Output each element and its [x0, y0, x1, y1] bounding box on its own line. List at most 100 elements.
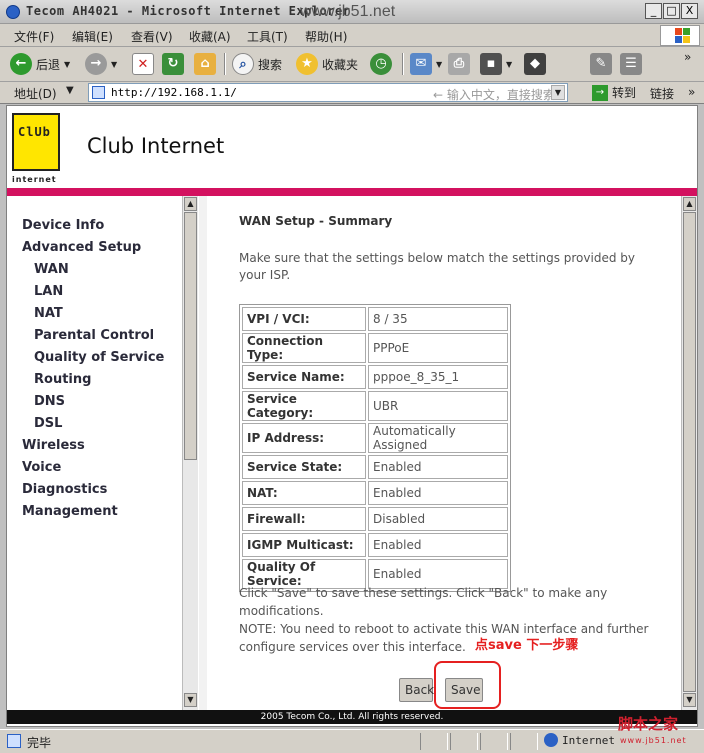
security-zone: Internet: [544, 733, 615, 747]
table-key: Connection Type:: [242, 333, 366, 363]
edit-button[interactable]: ▪ ▼: [480, 52, 512, 76]
maximize-button[interactable]: □: [663, 3, 680, 19]
table-key: VPI / VCI:: [242, 307, 366, 331]
sidebar-item-diagnostics[interactable]: Diagnostics: [22, 482, 107, 497]
table-value: pppoe_8_35_1: [368, 365, 508, 389]
address-input[interactable]: http://192.168.1.1/ ← 输入中文，直接搜索 ▼: [88, 83, 568, 102]
sidebar-scroll-thumb[interactable]: [184, 212, 197, 460]
sidebar-item-management[interactable]: Management: [22, 504, 118, 519]
sidebar-item-lan[interactable]: LAN: [34, 284, 63, 299]
stop-button[interactable]: ✕: [132, 52, 154, 76]
sidebar-item-advanced-setup[interactable]: Advanced Setup: [22, 240, 141, 255]
status-cell: [480, 733, 508, 750]
minimize-button[interactable]: _: [645, 3, 662, 19]
wan-summary-table: VPI / VCI: 8 / 35 Connection Type: PPPoE S…: [239, 304, 511, 592]
back-dropdown-icon[interactable]: ▼: [64, 60, 70, 69]
sidebar-item-routing[interactable]: Routing: [34, 372, 91, 387]
table-key: Firewall:: [242, 507, 366, 531]
forward-button[interactable]: → ▼: [85, 52, 117, 76]
club-internet-logo: ClUb internet: [12, 113, 62, 184]
go-button[interactable]: → 转到: [592, 84, 636, 101]
research-button[interactable]: ☰: [620, 52, 642, 76]
intro-text: Make sure that the settings below match …: [239, 251, 635, 282]
sidebar-item-wan[interactable]: WAN: [34, 262, 69, 277]
sidebar-scroll-down-icon[interactable]: ▼: [184, 693, 197, 707]
forward-dropdown-icon[interactable]: ▼: [111, 60, 117, 69]
table-row: Service Category: UBR: [242, 391, 508, 421]
menu-help[interactable]: 帮助(H): [305, 28, 347, 45]
main-content: WAN Setup - Summary Make sure that the s…: [199, 196, 681, 710]
watermark-text: www.jb51.net: [300, 3, 396, 20]
refresh-button[interactable]: ↻: [162, 52, 184, 76]
title-bar: Tecom AH4021 - Microsoft Internet Explor…: [0, 0, 704, 24]
menu-tools[interactable]: 工具(T): [247, 28, 288, 45]
print-button[interactable]: ⎙: [448, 52, 470, 76]
address-dropdown-icon[interactable]: ▼: [551, 85, 565, 100]
back-button[interactable]: Back: [399, 678, 434, 702]
table-key: IP Address:: [242, 423, 366, 453]
save-button[interactable]: Save: [445, 678, 483, 702]
page-status-icon: [7, 734, 21, 748]
address-search-hint-text: 输入中文，直接搜索: [446, 88, 555, 102]
sidebar-scroll-up-icon[interactable]: ▲: [184, 197, 197, 211]
sidebar-item-quality-of-service[interactable]: Quality of Service: [34, 350, 164, 365]
table-value: PPPoE: [368, 333, 508, 363]
windows-logo-icon: [660, 25, 700, 46]
history-icon: ◷: [370, 53, 392, 75]
sidebar-item-parental-control[interactable]: Parental Control: [34, 328, 154, 343]
menu-favorites[interactable]: 收藏(A): [189, 28, 231, 45]
sidebar-item-device-info[interactable]: Device Info: [22, 218, 104, 233]
home-icon: ⌂: [194, 53, 216, 75]
back-button[interactable]: ← 后退 ▼: [10, 52, 70, 76]
close-button[interactable]: X: [681, 3, 698, 19]
menu-edit[interactable]: 编辑(E): [72, 28, 113, 45]
sidebar-item-voice[interactable]: Voice: [22, 460, 61, 475]
messenger-button[interactable]: ✎: [590, 52, 612, 76]
main-scrollbar[interactable]: ▲ ▼: [681, 196, 697, 710]
back-label: 后退: [36, 57, 61, 72]
table-row: Service State: Enabled: [242, 455, 508, 479]
mail-dropdown-icon[interactable]: ▼: [436, 60, 442, 69]
table-key: IGMP Multicast:: [242, 533, 366, 557]
site-watermark: 脚本之家: [618, 715, 679, 733]
links-more-icon[interactable]: »: [688, 85, 695, 99]
main-scroll-thumb[interactable]: [683, 212, 696, 692]
sidebar-item-nat[interactable]: NAT: [34, 306, 63, 321]
address-search-hint: ← 输入中文，直接搜索: [433, 88, 555, 102]
logo-cube-icon: ClUb: [12, 113, 60, 171]
main-scroll-up-icon[interactable]: ▲: [683, 197, 696, 211]
favorites-button[interactable]: ★ 收藏夹: [296, 52, 358, 76]
sidebar-scrollbar[interactable]: ▲ ▼: [182, 196, 198, 710]
status-cell: [420, 733, 448, 750]
home-button[interactable]: ⌂: [194, 52, 216, 76]
table-key: NAT:: [242, 481, 366, 505]
edit-dropdown-icon[interactable]: ▼: [506, 60, 512, 69]
main-panel: WAN Setup - Summary Make sure that the s…: [199, 196, 697, 710]
mail-button[interactable]: ✉ ▼: [410, 52, 442, 76]
sidebar-item-dns[interactable]: DNS: [34, 394, 65, 409]
menu-view[interactable]: 查看(V): [131, 28, 173, 45]
menu-file[interactable]: 文件(F): [14, 28, 54, 45]
sidebar-item-dsl[interactable]: DSL: [34, 416, 62, 431]
toolbar-more-icon[interactable]: »: [684, 50, 691, 64]
page-footer: 2005 Tecom Co., Ltd. All rights reserved…: [7, 710, 697, 724]
address-toggle-icon[interactable]: ▼: [66, 85, 74, 96]
table-value: Enabled: [368, 455, 508, 479]
sidebar-nav: Device Info Advanced Setup WAN LAN NAT P…: [7, 196, 198, 710]
discuss-button[interactable]: ◆: [524, 52, 546, 76]
back-arrow-icon: ←: [10, 53, 32, 75]
refresh-icon: ↻: [162, 53, 184, 75]
sidebar-item-wireless[interactable]: Wireless: [22, 438, 85, 453]
header-accent-bar: [7, 188, 697, 196]
page-title: WAN Setup - Summary: [239, 214, 393, 228]
history-button[interactable]: ◷: [370, 52, 392, 76]
status-cell: [510, 733, 538, 750]
links-button[interactable]: 链接: [650, 85, 674, 102]
search-icon: ⌕: [232, 53, 254, 75]
site-watermark-url: www.jb51.net: [620, 736, 687, 745]
main-scroll-down-icon[interactable]: ▼: [683, 693, 696, 707]
search-button[interactable]: ⌕ 搜索: [232, 52, 282, 76]
discuss-icon: ◆: [524, 53, 546, 75]
table-key: Service Name:: [242, 365, 366, 389]
go-label: 转到: [612, 86, 637, 100]
